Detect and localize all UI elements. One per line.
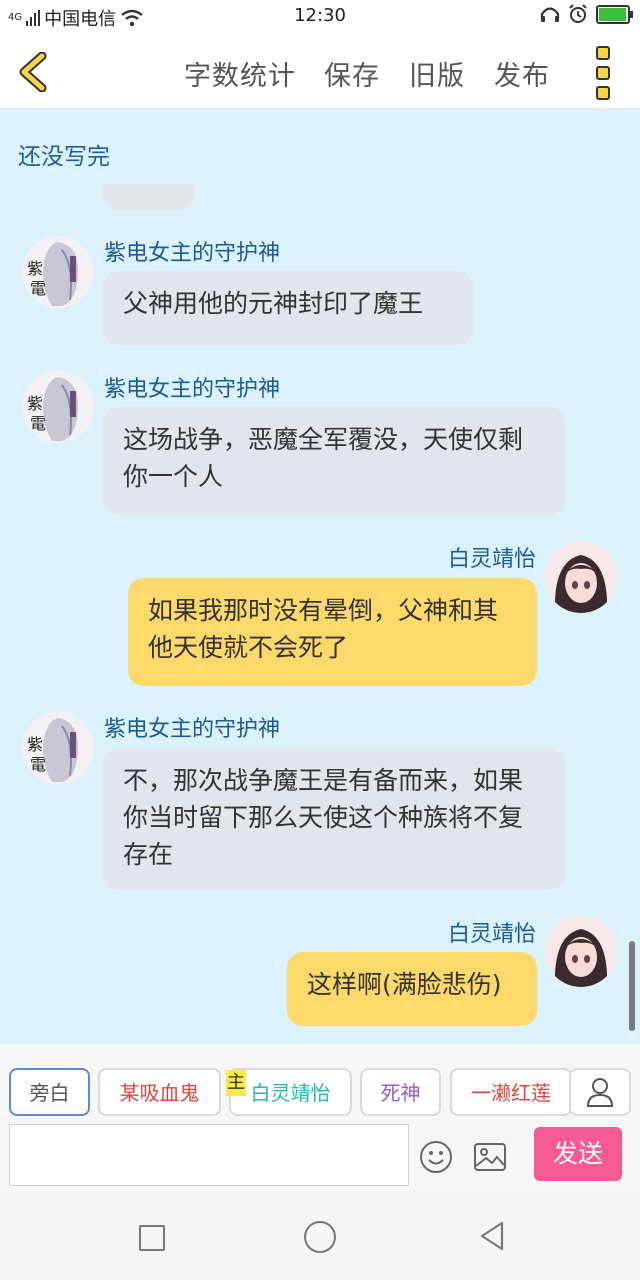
status-bar: 4G 中国电信 12:30 <box>0 0 640 32</box>
word-count-button[interactable]: 字数统计 <box>184 54 296 93</box>
alarm-icon <box>569 4 587 23</box>
role-chip-bailing[interactable]: 白灵靖怡 <box>229 1068 352 1116</box>
role-chip-label: 一濑红莲 <box>471 1081 551 1105</box>
message-bubble[interactable]: 如果我那时没有晕倒，父神和其他天使就不会死了 <box>128 578 537 686</box>
svg-text:電: 電 <box>30 755 46 774</box>
more-menu-icon[interactable] <box>596 46 612 106</box>
message-sender: 紫电女主的守护神 <box>104 717 281 742</box>
avatar-bailing[interactable] <box>545 915 617 987</box>
add-role-button[interactable] <box>569 1068 631 1116</box>
publish-button[interactable]: 发布 <box>494 54 550 93</box>
role-chip-label: 旁白 <box>29 1081 70 1105</box>
old-version-button[interactable]: 旧版 <box>409 54 465 93</box>
role-chip-vampire[interactable]: 某吸血鬼 <box>98 1068 221 1116</box>
role-chip-label: 死神 <box>380 1081 421 1105</box>
svg-text:紫: 紫 <box>27 394 43 413</box>
message-sender: 紫电女主的守护神 <box>104 241 281 266</box>
message-sender: 白灵靖怡 <box>448 547 537 572</box>
role-chip-narrator[interactable]: 旁白 <box>9 1068 90 1116</box>
svg-text:電: 電 <box>30 279 46 298</box>
avatar-guardian[interactable]: 紫 電 <box>22 236 94 308</box>
avatar-guardian[interactable]: 紫 電 <box>22 712 94 784</box>
draft-status-title: 还没写完 <box>18 144 110 170</box>
avatar-bailing[interactable] <box>545 541 617 613</box>
recent-apps-icon[interactable] <box>139 1225 165 1251</box>
previous-message-bubble <box>103 184 195 210</box>
svg-text:紫: 紫 <box>27 735 43 754</box>
home-icon[interactable] <box>304 1221 336 1253</box>
role-chip-ichinose[interactable]: 一濑红莲 <box>450 1068 572 1116</box>
battery-icon <box>596 4 633 24</box>
message-sender: 紫电女主的守护神 <box>104 377 281 402</box>
role-chip-label: 某吸血鬼 <box>119 1081 200 1105</box>
chat-scrollbar[interactable] <box>629 941 635 1031</box>
message-bubble[interactable]: 父神用他的元神封印了魔王 <box>103 271 473 345</box>
message-bubble[interactable]: 这样啊(满脸悲伤) <box>287 952 537 1026</box>
image-icon[interactable] <box>473 1140 507 1174</box>
send-button[interactable]: 发送 <box>534 1127 622 1181</box>
chat-area[interactable]: 还没写完 紫 電 紫电女主的守护神 父神用他的元神封印了魔王 紫 電 紫电女主的… <box>0 109 640 1044</box>
role-chip-death[interactable]: 死神 <box>360 1068 441 1116</box>
headphones-icon <box>540 7 560 22</box>
message-bubble[interactable]: 不，那次战争魔王是有备而来，如果你当时留下那么天使这个种族将不复存在 <box>103 748 565 890</box>
avatar-guardian[interactable]: 紫 電 <box>22 371 94 443</box>
emoji-icon[interactable] <box>419 1140 453 1174</box>
main-role-tag: 主 <box>226 1070 246 1096</box>
editor-toolbar: 字数统计 保存 旧版 发布 <box>0 32 640 109</box>
user-icon <box>586 1078 614 1107</box>
message-input[interactable] <box>9 1124 409 1186</box>
message-sender: 白灵靖怡 <box>448 922 537 947</box>
svg-text:電: 電 <box>30 414 46 433</box>
message-bubble[interactable]: 这场战争，恶魔全军覆没，天使仅剩你一个人 <box>103 407 565 515</box>
system-nav-bar <box>0 1194 640 1280</box>
role-chip-label: 白灵靖怡 <box>250 1081 331 1105</box>
input-panel: 旁白 某吸血鬼 白灵靖怡 主 死神 一濑红莲 发送 <box>0 1044 640 1194</box>
save-button[interactable]: 保存 <box>324 54 380 93</box>
back-triangle-icon[interactable] <box>478 1220 506 1252</box>
svg-text:紫: 紫 <box>27 259 43 278</box>
back-chevron-icon[interactable] <box>14 52 54 92</box>
